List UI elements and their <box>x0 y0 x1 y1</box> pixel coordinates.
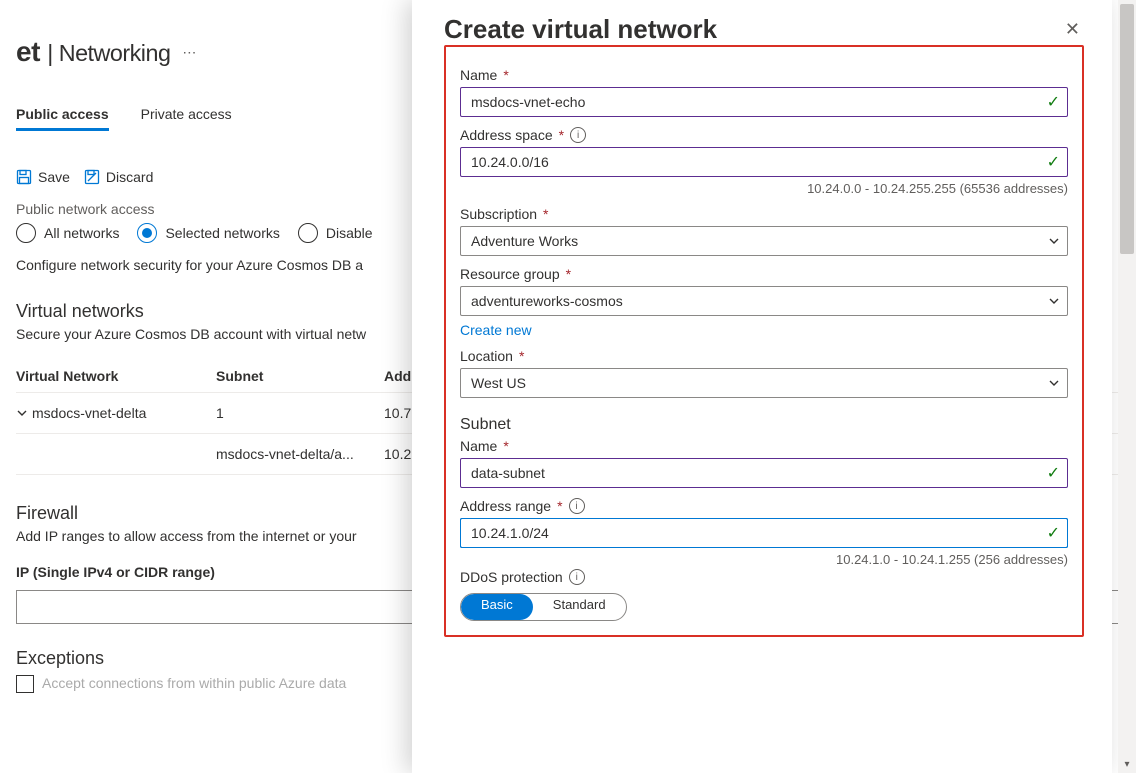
address-space-input[interactable] <box>460 147 1068 177</box>
info-icon[interactable]: i <box>569 498 585 514</box>
save-button[interactable]: Save <box>16 169 70 185</box>
name-label: Name <box>460 67 497 83</box>
address-space-label: Address space <box>460 127 553 143</box>
radio-selected-networks[interactable]: Selected networks <box>137 223 279 243</box>
chevron-down-icon <box>16 407 28 419</box>
resource-group-label: Resource group <box>460 266 560 282</box>
scrollbar[interactable]: ▾ <box>1118 0 1136 773</box>
toggle-standard[interactable]: Standard <box>533 594 626 620</box>
col-virtual-network: Virtual Network <box>16 368 216 384</box>
location-label: Location <box>460 348 513 364</box>
chevron-down-icon <box>1048 295 1060 307</box>
resource-group-select[interactable] <box>460 286 1068 316</box>
page-title: et | Networking <box>16 36 170 68</box>
exceptions-checkbox[interactable] <box>16 675 34 693</box>
close-icon[interactable]: ✕ <box>1061 15 1084 44</box>
row-vnet-name: msdocs-vnet-delta <box>32 405 146 421</box>
discard-icon <box>84 169 100 185</box>
subnet-name-input[interactable] <box>460 458 1068 488</box>
ddos-toggle[interactable]: Basic Standard <box>460 593 627 621</box>
subscription-select[interactable] <box>460 226 1068 256</box>
create-vnet-panel: Create virtual network ✕ Name * ✓ Addres… <box>412 0 1112 773</box>
name-input[interactable] <box>460 87 1068 117</box>
chevron-down-icon <box>1048 377 1060 389</box>
address-range-hint: 10.24.1.0 - 10.24.1.255 (256 addresses) <box>460 552 1068 567</box>
address-space-hint: 10.24.0.0 - 10.24.255.255 (65536 address… <box>460 181 1068 196</box>
scrollbar-thumb[interactable] <box>1120 4 1134 254</box>
subscription-label: Subscription <box>460 206 537 222</box>
subnet-name-label: Name <box>460 438 497 454</box>
radio-all-label: All networks <box>44 225 119 241</box>
radio-selected-label: Selected networks <box>165 225 279 241</box>
check-icon: ✓ <box>1047 92 1060 112</box>
save-label: Save <box>38 169 70 185</box>
exceptions-text: Accept connections from within public Az… <box>42 675 346 691</box>
more-icon[interactable]: ⋯ <box>182 44 198 61</box>
chevron-down-icon <box>1048 235 1060 247</box>
address-range-input[interactable] <box>460 518 1068 548</box>
discard-button[interactable]: Discard <box>84 169 153 185</box>
row-subnet: 1 <box>216 405 384 421</box>
info-icon[interactable]: i <box>570 127 586 143</box>
tab-public-access[interactable]: Public access <box>16 106 109 131</box>
check-icon: ✓ <box>1047 523 1060 543</box>
toggle-basic[interactable]: Basic <box>461 594 533 620</box>
tab-private-access[interactable]: Private access <box>141 106 232 130</box>
subnet-heading: Subnet <box>460 416 1068 434</box>
ddos-label: DDoS protection <box>460 569 563 585</box>
save-icon <box>16 169 32 185</box>
info-icon[interactable]: i <box>569 569 585 585</box>
create-new-link[interactable]: Create new <box>460 322 532 338</box>
radio-disable-label: Disable <box>326 225 373 241</box>
radio-disable[interactable]: Disable <box>298 223 373 243</box>
col-subnet: Subnet <box>216 368 384 384</box>
check-icon: ✓ <box>1047 463 1060 483</box>
row-subnet: msdocs-vnet-delta/a... <box>216 446 384 462</box>
discard-label: Discard <box>106 169 153 185</box>
panel-title: Create virtual network <box>444 14 717 45</box>
location-select[interactable] <box>460 368 1068 398</box>
check-icon: ✓ <box>1047 152 1060 172</box>
scroll-down-icon[interactable]: ▾ <box>1120 757 1134 771</box>
address-range-label: Address range <box>460 498 551 514</box>
radio-all-networks[interactable]: All networks <box>16 223 119 243</box>
